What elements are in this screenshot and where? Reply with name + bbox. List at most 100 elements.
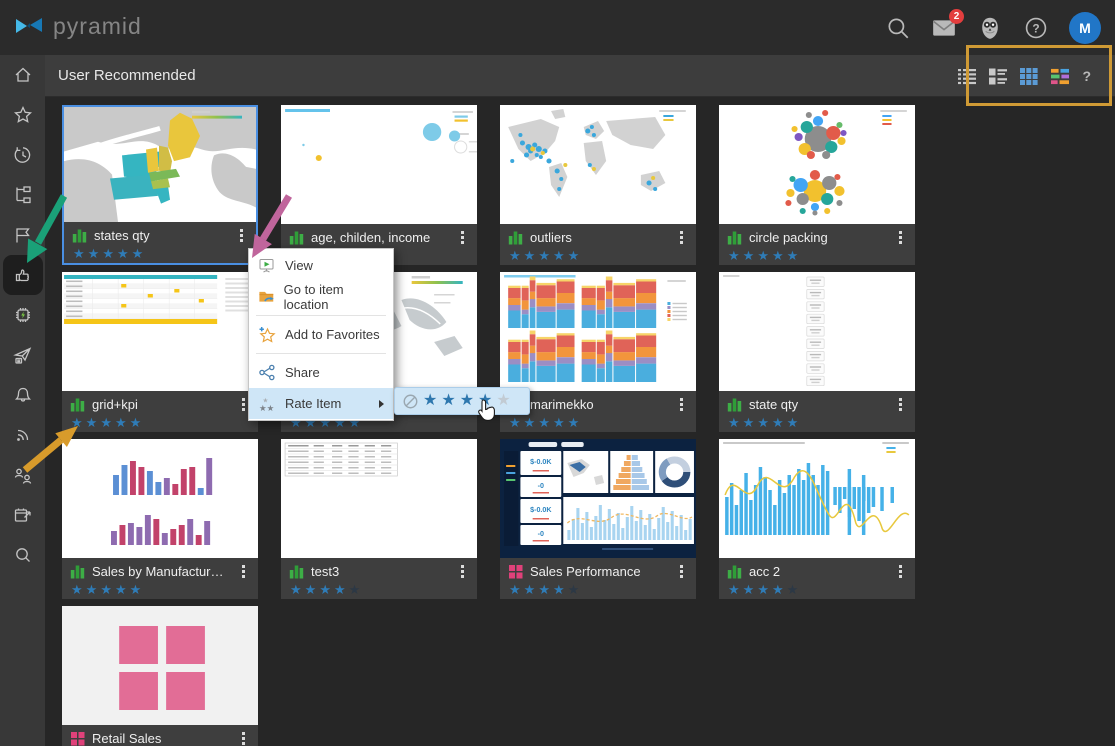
sidebar-item-recommended[interactable]	[0, 255, 45, 295]
home-icon	[12, 64, 34, 86]
menu-item-go-to-location[interactable]: Go to item location	[249, 281, 393, 312]
rating-star: ★	[509, 415, 524, 430]
mail-icon[interactable]: 2	[931, 15, 957, 41]
sidebar-item-hierarchy[interactable]	[0, 175, 45, 215]
sidebar-item-flagged[interactable]	[0, 215, 45, 255]
tile-card[interactable]: Retail Sales	[62, 606, 258, 746]
chart-type-icon	[289, 230, 304, 245]
mail-badge: 2	[949, 9, 964, 24]
submenu-arrow-icon	[379, 400, 384, 408]
list-view-icon[interactable]	[958, 67, 976, 85]
tile-card[interactable]: outliers ★★★★★	[500, 105, 696, 265]
menu-item-share[interactable]: Share	[249, 357, 393, 388]
svg-text:-0: -0	[538, 483, 544, 490]
tile-thumbnail	[719, 105, 915, 224]
tile-menu-button[interactable]	[893, 563, 907, 579]
svg-text:-0: -0	[538, 531, 544, 538]
tile-menu-button[interactable]	[234, 227, 248, 243]
tile-card[interactable]: age, childen, income ★★★★★	[281, 105, 477, 265]
folder-location-icon	[258, 288, 275, 305]
sidebar-item-recent[interactable]	[0, 135, 45, 175]
menu-item-rate-item[interactable]: ★★ ★ Rate Item	[249, 388, 393, 419]
search-icon[interactable]	[885, 15, 911, 41]
shared-icon	[12, 464, 34, 486]
tile-name: Retail Sales	[92, 731, 229, 746]
help-icon[interactable]: ?	[1023, 15, 1049, 41]
tile-card[interactable]: grid+kpi ★★★★★	[62, 272, 258, 432]
scheduled-icon	[12, 504, 34, 526]
tile-menu-button[interactable]	[455, 229, 469, 245]
dashboard-type-icon	[70, 731, 85, 746]
assistant-owl-icon[interactable]	[977, 15, 1003, 41]
rating-star: ★	[86, 582, 101, 597]
tile-menu-button[interactable]	[893, 229, 907, 245]
rate-star[interactable]: ★	[478, 393, 492, 409]
tile-menu-button[interactable]	[674, 396, 688, 412]
sidebar-item-search[interactable]	[0, 535, 45, 575]
chart-type-icon	[70, 397, 85, 412]
sidebar-item-notifications[interactable]	[0, 375, 45, 415]
tile-menu-button[interactable]	[455, 563, 469, 579]
menu-label: Go to item location	[284, 282, 384, 312]
tile-menu-button[interactable]	[893, 396, 907, 412]
context-menu: View Go to item location Add to Favorite…	[248, 248, 394, 421]
rate-star[interactable]: ★	[441, 393, 455, 409]
rating-star: ★	[88, 246, 103, 261]
sidebar-item-favorites[interactable]	[0, 95, 45, 135]
tile-card[interactable]: circle packing ★★★★★	[719, 105, 915, 265]
tile-card[interactable]: states qty ★★★★★	[62, 105, 258, 265]
tile-card[interactable]: $-0.0K -0 $-0.0K -0 Sales Performan	[500, 439, 696, 599]
tile-name: grid+kpi	[92, 397, 229, 412]
rate-star[interactable]: ★	[496, 393, 510, 409]
menu-item-view[interactable]: View	[249, 250, 393, 281]
rating-star: ★	[115, 415, 130, 430]
rating-star: ★	[568, 248, 583, 263]
tile-menu-button[interactable]	[674, 229, 688, 245]
rating-star: ★	[728, 248, 743, 263]
grid-view-icon[interactable]	[1020, 67, 1038, 85]
tile-rating: ★★★★★	[727, 415, 907, 431]
tile-card[interactable]: Sales by Manufacturer a... ★★★★★	[62, 439, 258, 599]
tile-name: Sales by Manufacturer a...	[92, 564, 229, 579]
details-view-icon[interactable]	[989, 67, 1007, 85]
svg-text:$-0.0K: $-0.0K	[530, 459, 552, 466]
sidebar-item-scheduled[interactable]	[0, 495, 45, 535]
tile-menu-button[interactable]	[674, 563, 688, 579]
pyramid-logo: pyramid	[14, 12, 142, 40]
recent-icon	[12, 144, 34, 166]
sidebar-item-home[interactable]	[0, 55, 45, 95]
rating-star: ★	[102, 246, 117, 261]
tiles-grid: states qty ★★★★★ age, childen, income ★★…	[45, 97, 1115, 746]
tile-card[interactable]: test3 ★★★★★	[281, 439, 477, 599]
sidebar-item-smart-engine[interactable]	[0, 295, 45, 335]
rating-star: ★	[772, 582, 787, 597]
tile-menu-button[interactable]	[236, 730, 250, 746]
rate-star[interactable]: ★	[460, 393, 474, 409]
tiles-view-icon[interactable]	[1051, 67, 1069, 85]
sidebar-item-publish[interactable]	[0, 335, 45, 375]
rating-star: ★	[524, 415, 539, 430]
rating-star: ★	[728, 415, 743, 430]
no-rating-icon[interactable]	[402, 393, 419, 410]
tile-footer: state qty ★★★★★	[719, 391, 915, 431]
subscriptions-icon	[12, 424, 34, 446]
rate-star[interactable]: ★	[423, 393, 437, 409]
logo-text: pyramid	[53, 13, 142, 40]
tile-card[interactable]: acc 2 ★★★★★	[719, 439, 915, 599]
tile-card[interactable]: state qty ★★★★★	[719, 272, 915, 432]
tile-menu-button[interactable]	[236, 563, 250, 579]
tile-rating: ★★★★★	[508, 415, 688, 431]
menu-item-add-to-favorites[interactable]: Add to Favorites	[249, 319, 393, 350]
rating-star: ★	[509, 248, 524, 263]
tile-footer: Retail Sales	[62, 725, 258, 746]
view-help-icon[interactable]: ?	[1082, 68, 1091, 84]
tile-footer: Sales by Manufacturer a... ★★★★★	[62, 558, 258, 598]
sidebar-item-shared[interactable]	[0, 455, 45, 495]
tile-thumbnail	[719, 272, 915, 391]
sidebar-item-subscriptions[interactable]	[0, 415, 45, 455]
avatar[interactable]: M	[1069, 12, 1101, 44]
rating-star: ★	[319, 582, 334, 597]
sidebar	[0, 55, 45, 746]
tile-rating: ★★★★★	[70, 415, 250, 431]
tile-name: circle packing	[749, 230, 886, 245]
